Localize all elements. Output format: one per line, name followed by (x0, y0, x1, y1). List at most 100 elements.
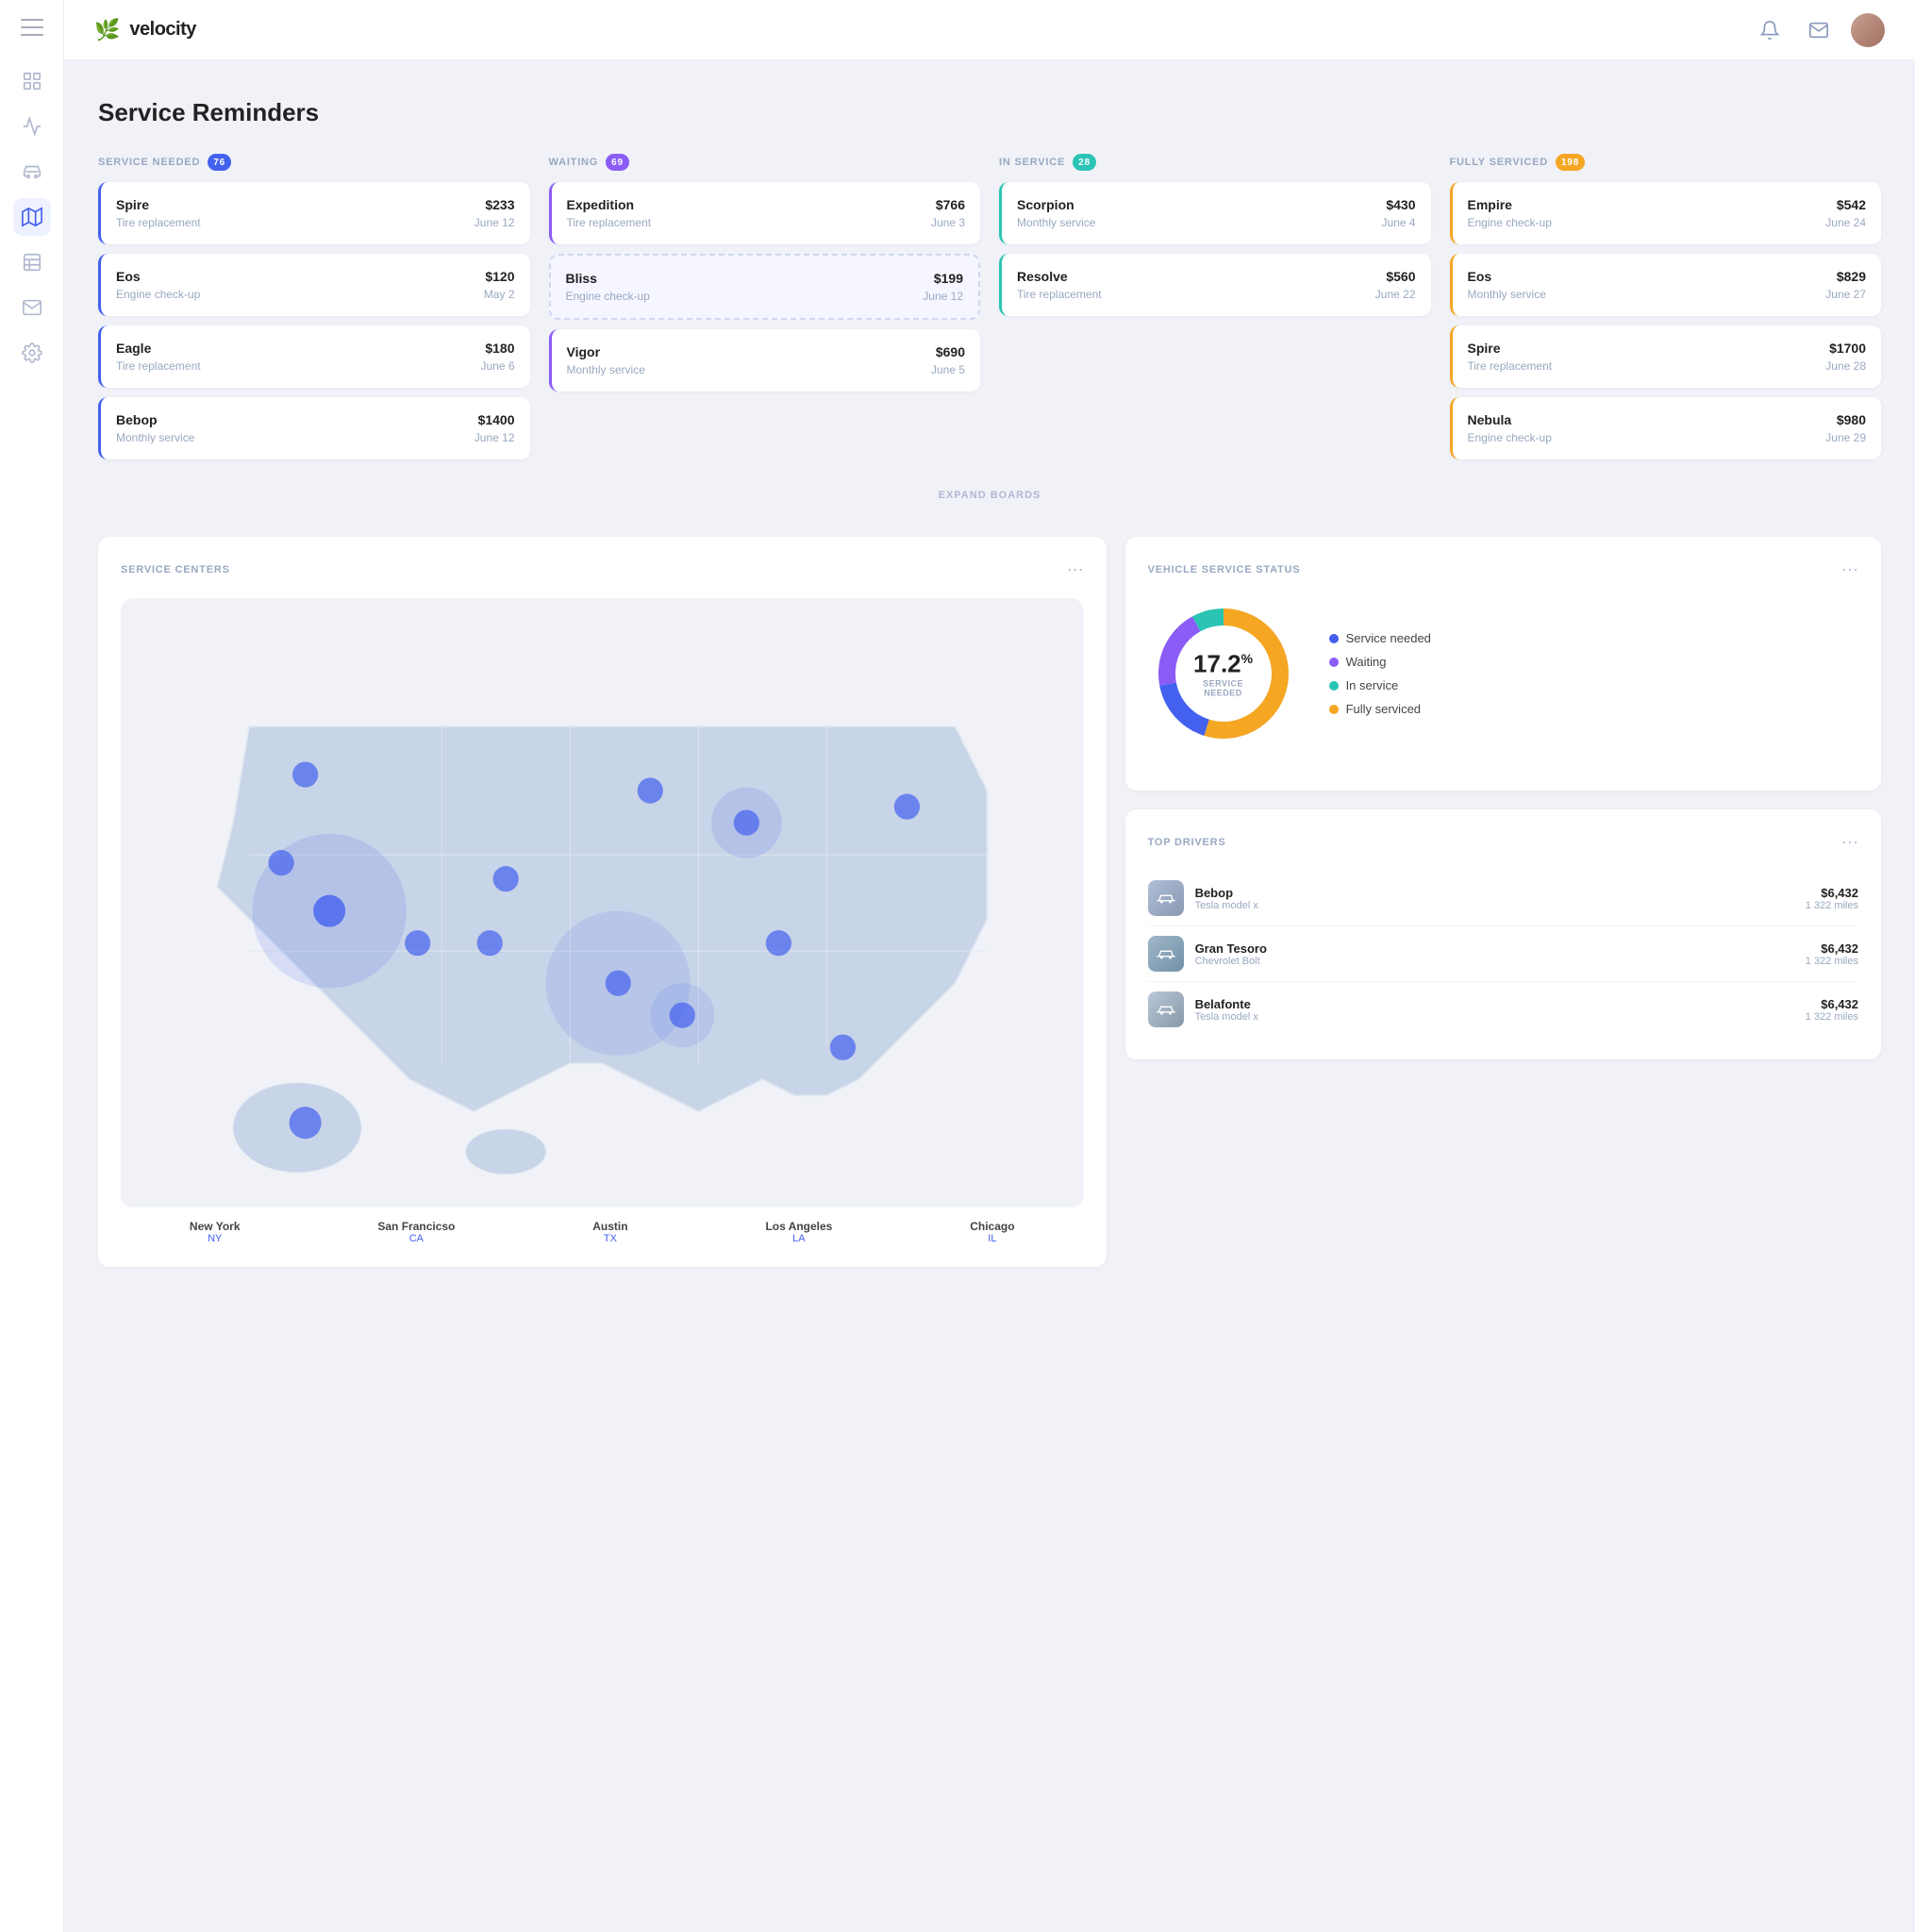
driver-row-belafonte[interactable]: Belafonte Tesla model x $6,432 1 322 mil… (1148, 982, 1858, 1037)
card-name: Spire (1468, 341, 1501, 356)
driver-avatar-gran-tesoro (1148, 936, 1184, 972)
hamburger-menu[interactable] (21, 19, 43, 36)
city-austin: Austin TX (592, 1220, 627, 1244)
card-date: May 2 (484, 288, 515, 301)
card-price: $1400 (478, 412, 515, 427)
vehicle-status-title: VEHICLE SERVICE STATUS (1148, 564, 1301, 575)
card-service: Monthly service (1017, 216, 1095, 229)
driver-name: Bebop (1195, 886, 1794, 900)
driver-car: Chevrolet Bolt (1195, 956, 1794, 967)
card-price: $1700 (1829, 341, 1866, 356)
card-price: $829 (1837, 269, 1866, 284)
right-panels: VEHICLE SERVICE STATUS ··· (1125, 537, 1881, 1267)
driver-car: Tesla model x (1195, 1011, 1794, 1023)
sidebar-item-map[interactable] (13, 198, 51, 236)
service-centers-title: SERVICE CENTERS (121, 564, 230, 575)
driver-stats-bebop: $6,432 1 322 miles (1806, 886, 1858, 911)
service-centers-header: SERVICE CENTERS ··· (121, 559, 1084, 579)
user-avatar[interactable] (1851, 13, 1885, 47)
col-header-service-needed: SERVICE NEEDED 76 (98, 154, 530, 171)
card-resolve[interactable]: Resolve $560 Tire replacement June 22 (999, 254, 1431, 316)
card-date: June 24 (1825, 216, 1866, 229)
notification-bell[interactable] (1753, 13, 1787, 47)
donut-label: SERVICE NEEDED (1186, 679, 1261, 698)
city-name: Chicago (970, 1220, 1014, 1233)
card-price: $690 (936, 344, 965, 359)
col-label-waiting: WAITING (549, 157, 599, 168)
brand-area: 🌿 velocity (94, 18, 196, 42)
card-vigor[interactable]: Vigor $690 Monthly service June 5 (549, 329, 981, 391)
card-date: June 6 (480, 359, 514, 373)
vehicle-status-header: VEHICLE SERVICE STATUS ··· (1148, 559, 1858, 579)
card-eos[interactable]: Eos $120 Engine check-up May 2 (98, 254, 530, 316)
card-nebula[interactable]: Nebula $980 Engine check-up June 29 (1450, 397, 1882, 459)
logo-icon: 🌿 (94, 18, 120, 42)
city-new-york: New York NY (190, 1220, 241, 1244)
vehicle-status-menu[interactable]: ··· (1841, 559, 1858, 579)
legend-service-needed: Service needed (1329, 631, 1431, 645)
driver-row-gran-tesoro[interactable]: Gran Tesoro Chevrolet Bolt $6,432 1 322 … (1148, 926, 1858, 982)
card-price: $199 (934, 271, 963, 286)
card-name: Bebop (116, 412, 158, 427)
card-service: Tire replacement (116, 216, 201, 229)
card-date: June 12 (923, 290, 963, 303)
service-centers-menu[interactable]: ··· (1067, 559, 1084, 579)
card-scorpion[interactable]: Scorpion $430 Monthly service June 4 (999, 182, 1431, 244)
card-spire-2[interactable]: Spire $1700 Tire replacement June 28 (1450, 325, 1882, 388)
driver-row-bebop[interactable]: Bebop Tesla model x $6,432 1 322 miles (1148, 871, 1858, 926)
card-eagle[interactable]: Eagle $180 Tire replacement June 6 (98, 325, 530, 388)
card-date: June 22 (1375, 288, 1416, 301)
sidebar-item-table[interactable] (13, 243, 51, 281)
page-title: Service Reminders (98, 98, 1881, 127)
top-drivers-menu[interactable]: ··· (1841, 832, 1858, 852)
us-map-svg (121, 598, 1084, 1208)
card-name: Spire (116, 197, 149, 212)
card-price: $233 (485, 197, 514, 212)
col-label-in-service: IN SERVICE (999, 157, 1065, 168)
brand-name: velocity (129, 19, 195, 41)
card-name: Eagle (116, 341, 151, 356)
city-name: New York (190, 1220, 241, 1233)
driver-amount: $6,432 (1806, 886, 1858, 900)
expand-boards-button[interactable]: EXPAND BOARDS (98, 480, 1881, 510)
card-bliss-dashed[interactable]: Bliss $199 Engine check-up June 12 (549, 254, 981, 320)
vehicle-status-panel: VEHICLE SERVICE STATUS ··· (1125, 537, 1881, 791)
donut-percentage: 17.2% (1186, 650, 1261, 679)
driver-miles: 1 322 miles (1806, 1011, 1858, 1023)
card-expedition[interactable]: Expedition $766 Tire replacement June 3 (549, 182, 981, 244)
card-name: Nebula (1468, 412, 1512, 427)
card-date: June 5 (931, 363, 965, 376)
main-content: Service Reminders SERVICE NEEDED 76 Spir… (64, 60, 1915, 1932)
sidebar-item-grid[interactable] (13, 62, 51, 100)
driver-amount: $6,432 (1806, 941, 1858, 956)
driver-stats-gran-tesoro: $6,432 1 322 miles (1806, 941, 1858, 967)
mail-icon[interactable] (1802, 13, 1836, 47)
sidebar-item-car[interactable] (13, 153, 51, 191)
card-eos-2[interactable]: Eos $829 Monthly service June 27 (1450, 254, 1882, 316)
card-bebop[interactable]: Bebop $1400 Monthly service June 12 (98, 397, 530, 459)
legend-dot-yellow (1329, 705, 1339, 714)
col-header-fully-serviced: FULLY SERVICED 198 (1450, 154, 1882, 171)
card-name: Empire (1468, 197, 1512, 212)
card-service: Engine check-up (1468, 216, 1552, 229)
card-name: Eos (1468, 269, 1492, 284)
card-price: $542 (1837, 197, 1866, 212)
sidebar-item-chart[interactable] (13, 108, 51, 145)
donut-section: 17.2% SERVICE NEEDED Service needed Wai (1148, 598, 1858, 749)
card-name: Expedition (567, 197, 635, 212)
card-price: $980 (1837, 412, 1866, 427)
card-price: $180 (485, 341, 514, 356)
col-service-needed: SERVICE NEEDED 76 Spire $233 Tire replac… (98, 154, 530, 469)
card-empire[interactable]: Empire $542 Engine check-up June 24 (1450, 182, 1882, 244)
sidebar-item-settings[interactable] (13, 334, 51, 372)
card-price: $766 (936, 197, 965, 212)
card-spire[interactable]: Spire $233 Tire replacement June 12 (98, 182, 530, 244)
driver-info-gran-tesoro: Gran Tesoro Chevrolet Bolt (1195, 941, 1794, 967)
city-san-francisco: San Francicso CA (377, 1220, 455, 1244)
driver-miles: 1 322 miles (1806, 900, 1858, 911)
driver-info-belafonte: Belafonte Tesla model x (1195, 997, 1794, 1023)
chart-legend: Service needed Waiting In service F (1329, 631, 1431, 716)
sidebar-item-mail[interactable] (13, 289, 51, 326)
top-drivers-header: TOP DRIVERS ··· (1148, 832, 1858, 852)
card-date: June 27 (1825, 288, 1866, 301)
